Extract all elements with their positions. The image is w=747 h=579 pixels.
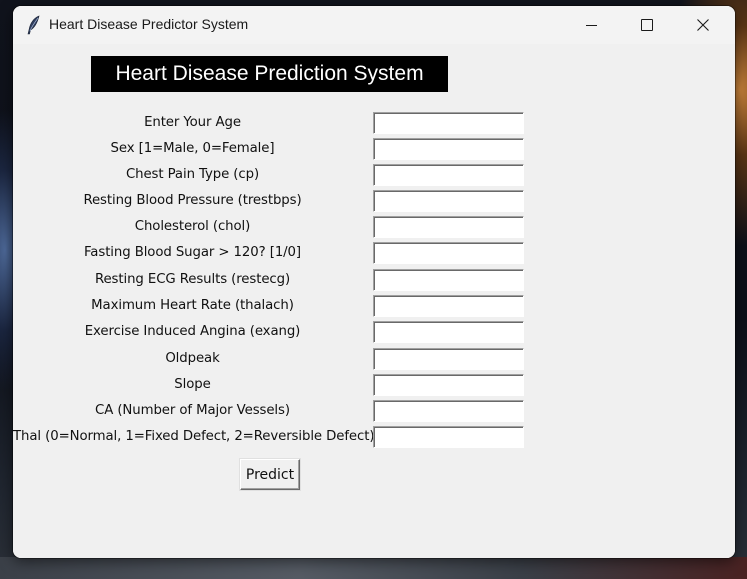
field-row-age: Enter Your Age bbox=[13, 112, 735, 138]
exercise-angina-label: Exercise Induced Angina (exang) bbox=[84, 324, 301, 339]
field-row-trestbps: Resting Blood Pressure (trestbps) bbox=[13, 190, 735, 216]
resting-bp-label: Resting Blood Pressure (trestbps) bbox=[83, 193, 302, 208]
resting-bp-input[interactable] bbox=[373, 190, 524, 212]
window-title: Heart Disease Predictor System bbox=[49, 16, 249, 32]
minimize-icon bbox=[585, 24, 597, 26]
maximize-button[interactable] bbox=[624, 6, 670, 44]
cholesterol-input[interactable] bbox=[373, 216, 524, 238]
max-heart-rate-input[interactable] bbox=[373, 295, 524, 317]
field-row-ca: CA (Number of Major Vessels) bbox=[13, 400, 735, 426]
field-row-thalach: Maximum Heart Rate (thalach) bbox=[13, 295, 735, 321]
slope-input[interactable] bbox=[373, 374, 524, 396]
close-button[interactable] bbox=[680, 6, 726, 44]
field-row-slope: Slope bbox=[13, 374, 735, 400]
resting-ecg-label: Resting ECG Results (restecg) bbox=[94, 272, 291, 287]
title-bar[interactable]: Heart Disease Predictor System bbox=[13, 6, 735, 44]
field-row-restecg: Resting ECG Results (restecg) bbox=[13, 269, 735, 295]
fasting-blood-sugar-label: Fasting Blood Sugar > 120? [1/0] bbox=[83, 245, 302, 260]
slope-label: Slope bbox=[174, 377, 211, 392]
feather-icon bbox=[25, 15, 43, 35]
max-heart-rate-label: Maximum Heart Rate (thalach) bbox=[91, 298, 294, 313]
field-row-exang: Exercise Induced Angina (exang) bbox=[13, 321, 735, 347]
maximize-icon bbox=[641, 19, 653, 31]
desktop-background-strip bbox=[0, 557, 747, 579]
oldpeak-input[interactable] bbox=[373, 348, 524, 370]
fasting-blood-sugar-input[interactable] bbox=[373, 242, 524, 264]
form-area: Heart Disease Prediction System Enter Yo… bbox=[13, 44, 735, 558]
chest-pain-label: Chest Pain Type (cp) bbox=[125, 167, 260, 182]
cholesterol-label: Cholesterol (chol) bbox=[134, 219, 251, 234]
exercise-angina-input[interactable] bbox=[373, 321, 524, 343]
age-input[interactable] bbox=[373, 112, 524, 134]
resting-ecg-input[interactable] bbox=[373, 269, 524, 291]
major-vessels-label: CA (Number of Major Vessels) bbox=[95, 403, 290, 418]
chest-pain-input[interactable] bbox=[373, 164, 524, 186]
app-window: Heart Disease Predictor System Heart Dis… bbox=[13, 6, 735, 558]
major-vessels-input[interactable] bbox=[373, 400, 524, 422]
field-row-thal: Thal (0=Normal, 1=Fixed Defect, 2=Revers… bbox=[13, 426, 735, 452]
close-icon bbox=[697, 16, 709, 35]
sex-label: Sex [1=Male, 0=Female] bbox=[110, 141, 275, 156]
oldpeak-label: Oldpeak bbox=[165, 351, 220, 366]
field-row-sex: Sex [1=Male, 0=Female] bbox=[13, 138, 735, 164]
sex-input[interactable] bbox=[373, 138, 524, 160]
field-row-oldpeak: Oldpeak bbox=[13, 348, 735, 374]
page-title: Heart Disease Prediction System bbox=[91, 56, 448, 92]
thal-label: Thal (0=Normal, 1=Fixed Defect, 2=Revers… bbox=[13, 429, 375, 444]
thal-input[interactable] bbox=[373, 426, 524, 448]
field-row-chol: Cholesterol (chol) bbox=[13, 216, 735, 242]
field-row-fbs: Fasting Blood Sugar > 120? [1/0] bbox=[13, 242, 735, 268]
minimize-button[interactable] bbox=[568, 6, 614, 44]
field-row-cp: Chest Pain Type (cp) bbox=[13, 164, 735, 190]
age-label: Enter Your Age bbox=[144, 115, 241, 130]
predict-button[interactable]: Predict bbox=[240, 459, 300, 490]
